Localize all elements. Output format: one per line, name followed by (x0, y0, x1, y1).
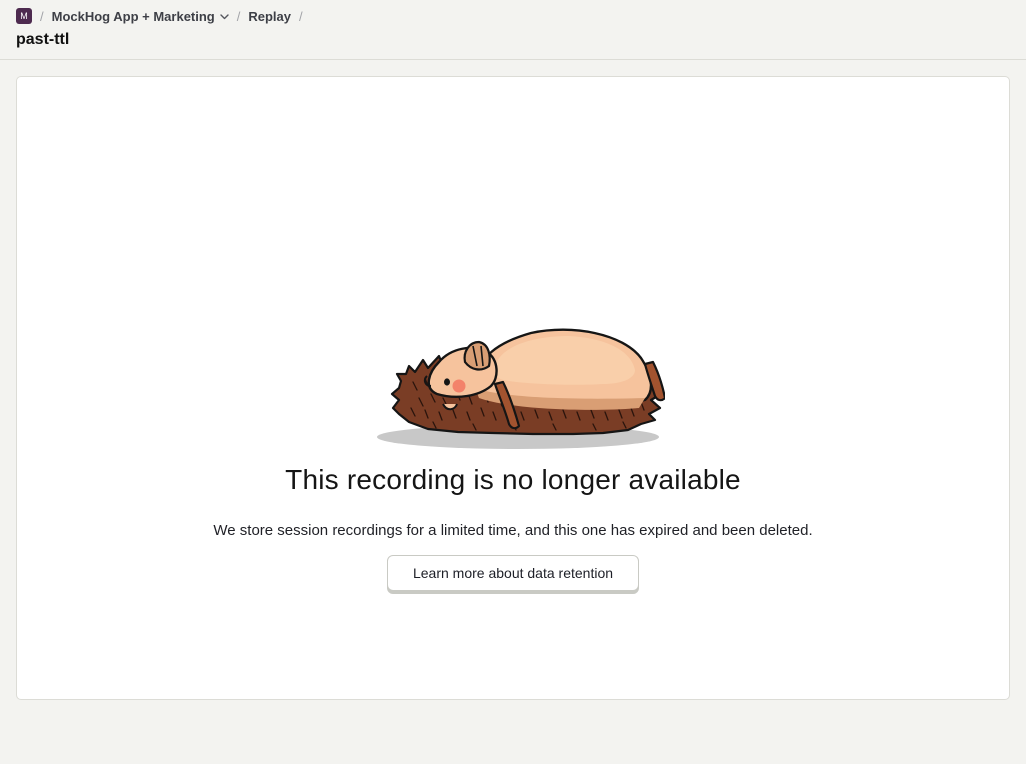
top-bar: M / MockHog App + Marketing / Replay / p… (0, 0, 1026, 60)
breadcrumb: M / MockHog App + Marketing / Replay / (16, 7, 311, 25)
breadcrumb-separator: / (40, 8, 44, 24)
hedgehog-cheek (452, 379, 466, 393)
breadcrumb-project-label: MockHog App + Marketing (51, 8, 215, 24)
empty-state-panel: This recording is no longer available We… (16, 76, 1010, 700)
empty-state-title: This recording is no longer available (285, 464, 741, 495)
breadcrumb-project-switcher[interactable]: MockHog App + Marketing (52, 9, 229, 24)
empty-state-description: We store session recordings for a limite… (213, 522, 813, 539)
project-avatar[interactable]: M (16, 8, 32, 24)
hedgehog-eye (444, 378, 450, 386)
breadcrumb-replay[interactable]: Replay (248, 9, 291, 24)
breadcrumb-separator: / (299, 8, 303, 24)
learn-more-data-retention-button[interactable]: Learn more about data retention (387, 555, 639, 591)
sleeping-hedgehog-illustration (377, 328, 665, 449)
page-title: past-ttl (16, 31, 70, 48)
chevron-down-icon (220, 13, 229, 19)
breadcrumb-separator: / (236, 8, 241, 24)
